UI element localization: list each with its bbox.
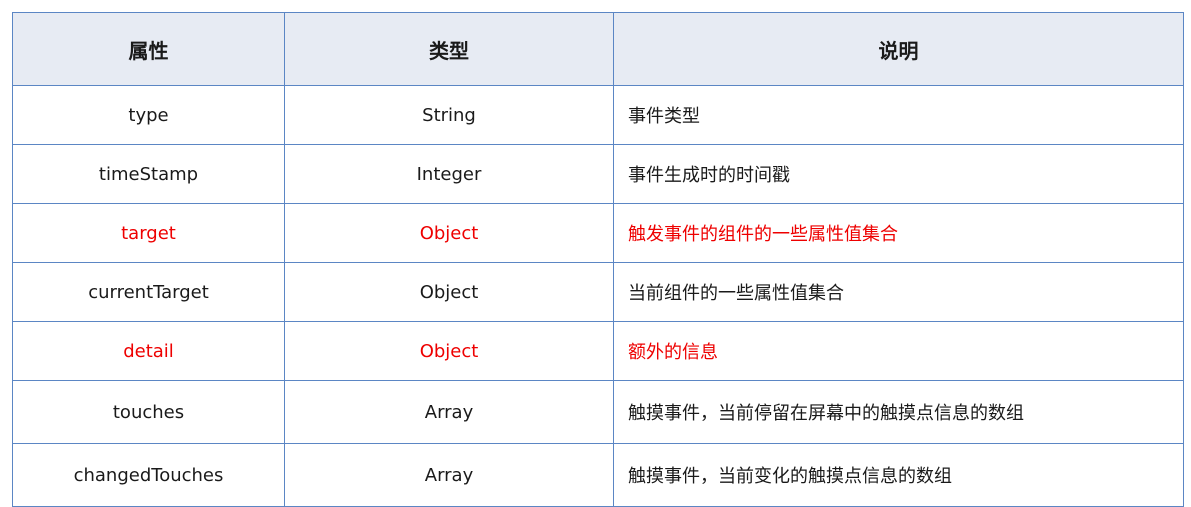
cell-type: Object bbox=[284, 321, 614, 381]
header-description: 说明 bbox=[613, 12, 1184, 86]
table-header-row: 属性 类型 说明 bbox=[12, 12, 1184, 86]
cell-description: 触摸事件，当前变化的触摸点信息的数组 bbox=[613, 443, 1184, 507]
cell-property: touches bbox=[12, 380, 285, 444]
cell-property: timeStamp bbox=[12, 144, 285, 204]
cell-description: 额外的信息 bbox=[613, 321, 1184, 381]
event-properties-table-container: 属性 类型 说明 type String 事件类型 timeStamp Inte… bbox=[12, 12, 1184, 507]
cell-type: Array bbox=[284, 380, 614, 444]
table-row: currentTarget Object 当前组件的一些属性值集合 bbox=[12, 262, 1184, 322]
header-property: 属性 bbox=[12, 12, 285, 86]
cell-description: 触发事件的组件的一些属性值集合 bbox=[613, 203, 1184, 263]
cell-type: Integer bbox=[284, 144, 614, 204]
table-row: detail Object 额外的信息 bbox=[12, 321, 1184, 381]
cell-property: target bbox=[12, 203, 285, 263]
cell-property: changedTouches bbox=[12, 443, 285, 507]
cell-description: 当前组件的一些属性值集合 bbox=[613, 262, 1184, 322]
table-row: type String 事件类型 bbox=[12, 85, 1184, 145]
cell-property: type bbox=[12, 85, 285, 145]
cell-property: detail bbox=[12, 321, 285, 381]
table-row: changedTouches Array 触摸事件，当前变化的触摸点信息的数组 bbox=[12, 443, 1184, 507]
table-row: target Object 触发事件的组件的一些属性值集合 bbox=[12, 203, 1184, 263]
cell-description: 事件生成时的时间戳 bbox=[613, 144, 1184, 204]
cell-type: Object bbox=[284, 203, 614, 263]
cell-property: currentTarget bbox=[12, 262, 285, 322]
table-row: touches Array 触摸事件，当前停留在屏幕中的触摸点信息的数组 bbox=[12, 380, 1184, 444]
event-properties-table: 属性 类型 说明 type String 事件类型 timeStamp Inte… bbox=[12, 12, 1184, 507]
cell-type: Array bbox=[284, 443, 614, 507]
cell-description: 事件类型 bbox=[613, 85, 1184, 145]
cell-type: String bbox=[284, 85, 614, 145]
cell-description: 触摸事件，当前停留在屏幕中的触摸点信息的数组 bbox=[613, 380, 1184, 444]
table-row: timeStamp Integer 事件生成时的时间戳 bbox=[12, 144, 1184, 204]
header-type: 类型 bbox=[284, 12, 614, 86]
cell-type: Object bbox=[284, 262, 614, 322]
